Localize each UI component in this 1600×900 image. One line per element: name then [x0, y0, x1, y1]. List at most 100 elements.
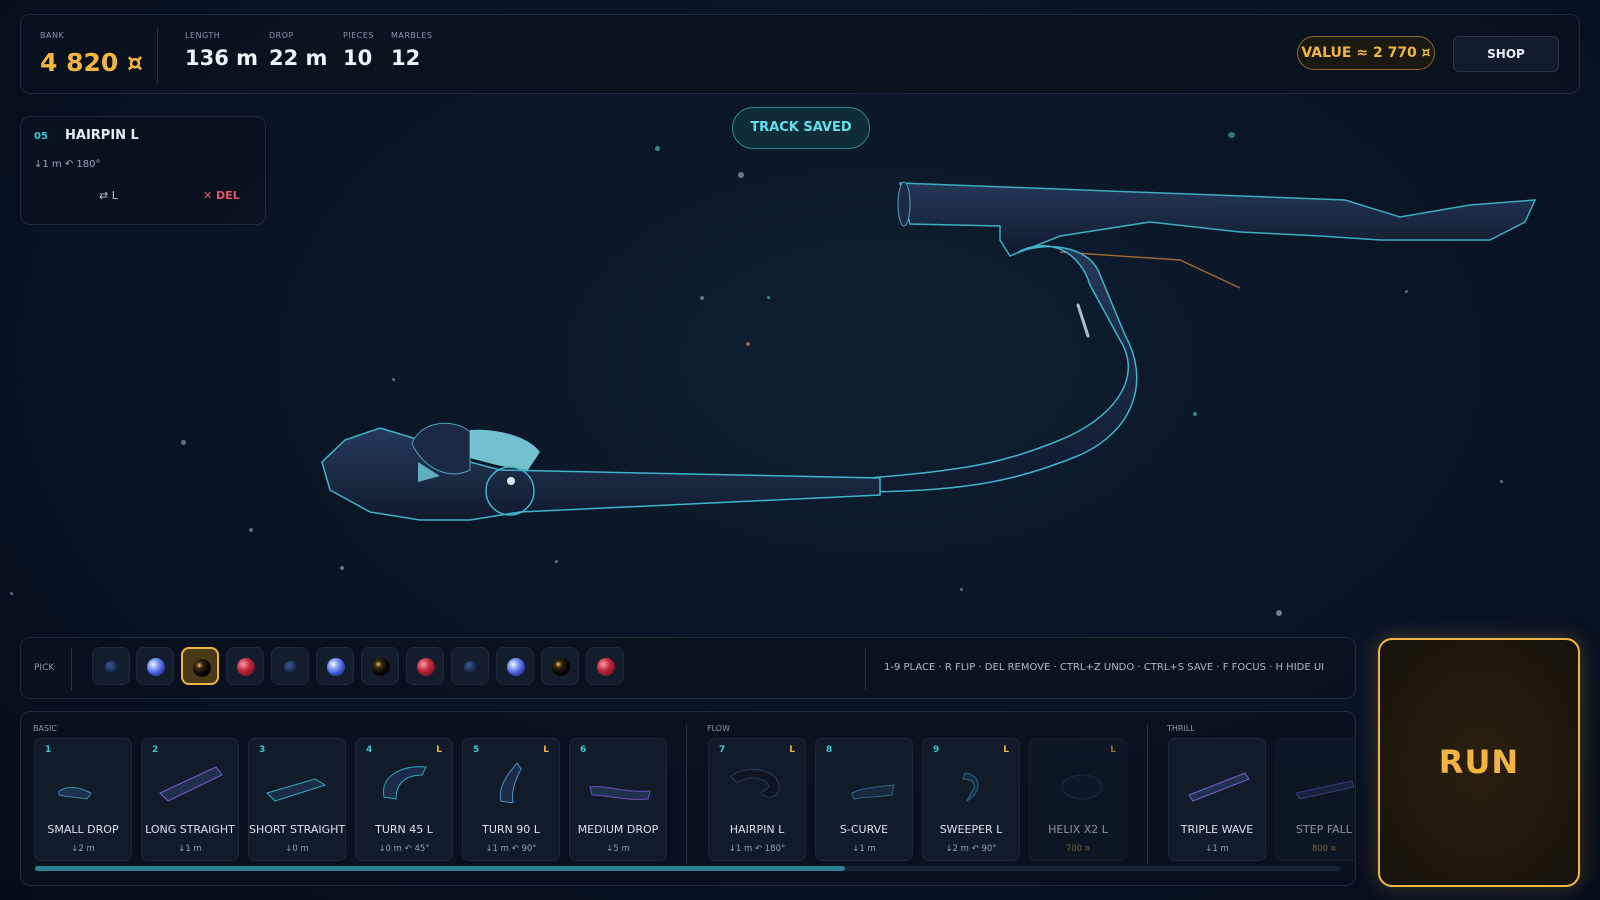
piece-stats: ↓1 m ↶ 180° — [34, 159, 101, 170]
piece-name: HAIRPIN L — [65, 128, 139, 143]
piece-price: 800 ¤ — [1311, 844, 1337, 854]
marble-option[interactable] — [361, 647, 399, 685]
track-highlight — [1076, 303, 1090, 338]
piece-thumbnail — [730, 768, 780, 798]
marble-option[interactable] — [226, 647, 264, 685]
piece-card[interactable]: 8 S-CURVE ↓1 m — [815, 738, 913, 861]
group-label-flow: FLOW — [707, 724, 730, 733]
marble-red-icon — [597, 658, 615, 676]
piece-name: S-CURVE — [839, 823, 889, 836]
top-stats-bar: BANK 4 820 ¤ LENGTH 136 m DROP 22 m PIEC… — [20, 14, 1580, 94]
left-variant-badge: L — [543, 745, 549, 755]
divider — [157, 27, 158, 83]
track-piece-straight[interactable] — [899, 182, 1537, 257]
marble-option[interactable] — [92, 647, 130, 685]
marble-black-icon — [372, 658, 390, 676]
shop-button[interactable]: SHOP — [1453, 36, 1559, 72]
tray-scrollbar-thumb[interactable] — [35, 866, 845, 871]
track-piece-sweeper[interactable] — [869, 244, 1138, 493]
hotkey-label: 8 — [826, 745, 833, 755]
piece-stats: ↓0 m — [285, 844, 309, 854]
marbles-value: 12 — [391, 46, 421, 70]
piece-name: TRIPLE WAVE — [1180, 823, 1254, 836]
flip-button[interactable]: ⇄ L — [99, 189, 118, 202]
piece-card[interactable]: 2 LONG STRAIGHT ↓1 m — [141, 738, 239, 861]
marble-blue-icon — [147, 658, 165, 676]
marble-option[interactable] — [541, 647, 579, 685]
piece-stats: ↓2 m — [71, 844, 95, 854]
piece-name: SHORT STRAIGHT — [249, 823, 346, 836]
piece-card[interactable]: 7 L HAIRPIN L ↓1 m ↶ 180° — [708, 738, 806, 861]
piece-card[interactable]: 4 L TURN 45 L ↓0 m ↶ 45° — [355, 738, 453, 861]
marble-pick-bar: PICK 1-9 PLACE · R FLIP · DEL REMOVE · C… — [20, 637, 1356, 699]
hotkey-label: 6 — [580, 745, 587, 755]
drop-value: 22 m — [269, 46, 328, 70]
run-button[interactable]: RUN — [1378, 638, 1580, 887]
hotkey-label: 5 — [473, 745, 480, 755]
piece-card[interactable]: L HELIX X2 L 700 ¤ — [1029, 738, 1127, 861]
bank-value: 4 820 ¤ — [40, 48, 143, 77]
delete-button[interactable]: ✕ DEL — [203, 189, 240, 202]
marble-navy-icon — [105, 661, 119, 673]
piece-name: HELIX X2 L — [1048, 823, 1108, 836]
piece-stats: ↓0 m ↶ 45° — [378, 844, 430, 854]
left-variant-badge: L — [1003, 745, 1009, 755]
piece-index: 05 — [34, 131, 48, 142]
hotkey-label: 1 — [45, 745, 52, 755]
piece-stats: ↓1 m — [178, 844, 202, 854]
piece-card[interactable]: 5 L TURN 90 L ↓1 m ↶ 90° — [462, 738, 560, 861]
length-value: 136 m — [185, 46, 259, 70]
marble-option[interactable] — [406, 647, 444, 685]
hotkey-label: 7 — [719, 745, 726, 755]
divider — [1147, 724, 1148, 864]
marble-option[interactable] — [451, 647, 489, 685]
divider — [686, 724, 687, 864]
piece-name: TURN 45 L — [375, 823, 433, 836]
track-piece-hairpin[interactable] — [321, 427, 881, 521]
piece-stats: ↓1 m — [852, 844, 876, 854]
marble-navy-icon — [464, 661, 478, 673]
piece-stats: ↓1 m ↶ 90° — [485, 844, 537, 854]
piece-stats: ↓1 m ↶ 180° — [728, 844, 786, 854]
left-variant-badge: L — [789, 745, 795, 755]
piece-card[interactable]: STEP FALL 800 ¤ — [1275, 738, 1355, 861]
hotkey-label: 4 — [366, 745, 373, 755]
left-variant-badge: L — [436, 745, 442, 755]
marble-red-icon — [417, 658, 435, 676]
piece-tray: BASIC FLOW THRILL 1 SMALL DROP ↓2 m 2 LONG S… — [20, 711, 1356, 886]
marble-option[interactable] — [586, 647, 624, 685]
marble-option[interactable] — [496, 647, 534, 685]
group-label-basic: BASIC — [33, 724, 57, 733]
divider — [71, 648, 72, 690]
piece-stats: ↓1 m — [1205, 844, 1229, 854]
marble-option[interactable] — [316, 647, 354, 685]
hotkey-label: 9 — [933, 745, 940, 755]
marble-option[interactable] — [181, 647, 219, 685]
pieces-label: PIECES — [343, 31, 374, 40]
track-saved-toast: TRACK SAVED — [732, 107, 870, 149]
selected-piece-panel: 05 HAIRPIN L ↓1 m ↶ 180° ⇄ L ✕ DEL — [20, 116, 266, 225]
piece-thumbnail — [499, 762, 522, 803]
piece-card[interactable]: 1 SMALL DROP ↓2 m — [34, 738, 132, 861]
marble-option[interactable] — [136, 647, 174, 685]
pick-label: PICK — [34, 663, 55, 673]
piece-card[interactable]: TRIPLE WAVE ↓1 m — [1168, 738, 1266, 861]
piece-price: 700 ¤ — [1065, 844, 1091, 854]
piece-thumbnail — [383, 766, 427, 800]
track-value-badge: VALUE ≈ 2 770 ¤ — [1297, 36, 1435, 70]
piece-name: MEDIUM DROP — [577, 823, 659, 836]
marbles-label: MARBLES — [391, 31, 433, 40]
piece-card[interactable]: 3 SHORT STRAIGHT ↓0 m — [248, 738, 346, 861]
piece-stats: ↓2 m ↶ 90° — [945, 844, 997, 854]
piece-thumbnail — [851, 784, 895, 800]
keyboard-shortcuts: 1-9 PLACE · R FLIP · DEL REMOVE · CTRL+Z… — [884, 662, 1325, 673]
piece-card[interactable]: 9 L SWEEPER L ↓2 m ↶ 90° — [922, 738, 1020, 861]
hotkey-label: 3 — [259, 745, 266, 755]
piece-stats: ↓5 m — [606, 844, 630, 854]
bank-label: BANK — [40, 31, 65, 40]
marble-option[interactable] — [271, 647, 309, 685]
marble-navy-icon — [284, 661, 298, 673]
track-cup-lit — [470, 429, 540, 470]
piece-card[interactable]: 6 MEDIUM DROP ↓5 m — [569, 738, 667, 861]
piece-thumbnail — [1188, 772, 1250, 802]
